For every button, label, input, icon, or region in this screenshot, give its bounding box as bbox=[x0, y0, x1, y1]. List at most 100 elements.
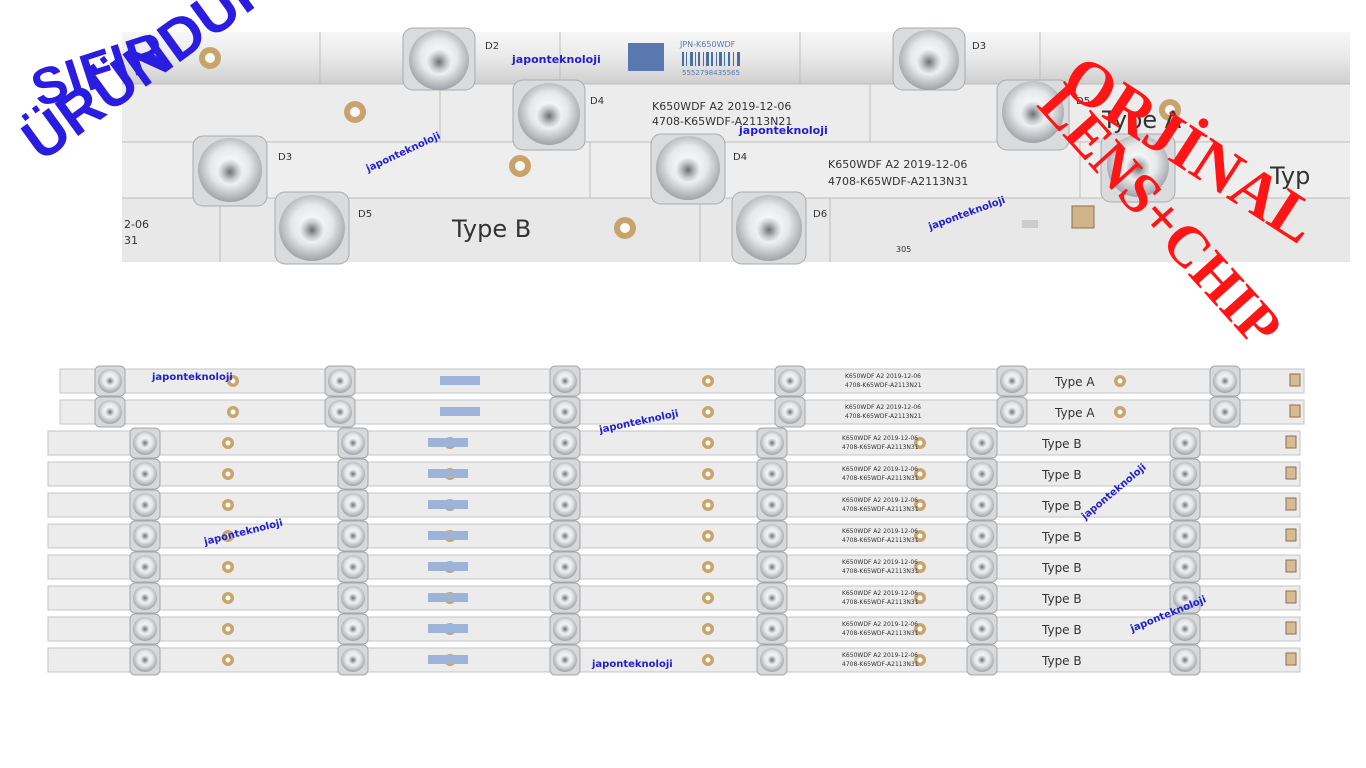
strip-mounting-hole bbox=[222, 437, 234, 449]
strip-lens bbox=[549, 489, 581, 521]
strip-lens bbox=[129, 427, 161, 459]
strip-type-label: Type B bbox=[1041, 499, 1082, 513]
closeup-lens bbox=[402, 27, 476, 91]
closeup-label: D4 bbox=[733, 152, 747, 163]
closeup-lens bbox=[892, 27, 966, 91]
strip-lens bbox=[1169, 613, 1201, 645]
strip-lens bbox=[1169, 644, 1201, 676]
strip-lens bbox=[324, 396, 356, 428]
strip-part: 4708-K65WDF-A2113N31 bbox=[842, 568, 919, 575]
closeup-strip-a-code: K650WDF A2 2019-12-06 bbox=[652, 100, 791, 113]
strip-lens bbox=[549, 427, 581, 459]
strip-connector bbox=[1285, 621, 1297, 635]
closeup-lens bbox=[192, 135, 268, 207]
strip-lens bbox=[966, 582, 998, 614]
strip-lens bbox=[996, 365, 1028, 397]
strip-code: K650WDF A2 2019-12-06 bbox=[845, 404, 921, 411]
closeup-mounting-hole bbox=[344, 101, 366, 123]
strip-board bbox=[47, 616, 1301, 642]
strip-lens bbox=[549, 396, 581, 428]
strip-part: 4708-K65WDF-A2113N21 bbox=[845, 413, 922, 420]
strip-type-label: Type B bbox=[1041, 654, 1082, 668]
closeup-label: D3 bbox=[972, 41, 986, 52]
strip-sticker bbox=[428, 624, 468, 633]
closeup-label: D6 bbox=[813, 209, 827, 220]
strip-code: K650WDF A2 2019-12-06 bbox=[842, 528, 918, 535]
strip-lens bbox=[966, 644, 998, 676]
strip-part: 4708-K65WDF-A2113N21 bbox=[845, 382, 922, 389]
led-strip: K650WDF A2 2019-12-06 4708-K65WDF-A2113N2… bbox=[59, 365, 1305, 397]
strip-connector bbox=[1285, 559, 1297, 573]
strip-lens bbox=[1209, 396, 1241, 428]
strip-lens bbox=[129, 458, 161, 490]
strip-mounting-hole bbox=[222, 499, 234, 511]
strip-connector bbox=[1285, 528, 1297, 542]
strip-mounting-hole bbox=[702, 499, 714, 511]
strip-lens bbox=[337, 582, 369, 614]
closeup-left-date: 2-06 bbox=[124, 218, 149, 231]
strip-mounting-hole bbox=[1114, 375, 1126, 387]
strip-lens bbox=[337, 551, 369, 583]
strip-lens bbox=[129, 520, 161, 552]
strip-sticker bbox=[428, 593, 468, 602]
strip-mounting-hole bbox=[222, 561, 234, 573]
led-strip: K650WDF A2 2019-12-06 4708-K65WDF-A2113N2… bbox=[59, 396, 1305, 428]
led-strip: K650WDF A2 2019-12-06 4708-K65WDF-A2113N3… bbox=[47, 613, 1301, 645]
strip-lens bbox=[549, 582, 581, 614]
closeup-lens bbox=[274, 191, 350, 265]
strip-lens bbox=[756, 613, 788, 645]
strip-type-label: Type B bbox=[1041, 592, 1082, 606]
strip-part: 4708-K65WDF-A2113N31 bbox=[842, 475, 919, 482]
led-strip: K650WDF A2 2019-12-06 4708-K65WDF-A2113N3… bbox=[47, 644, 1301, 676]
strip-lens bbox=[549, 551, 581, 583]
strip-mounting-hole bbox=[702, 623, 714, 635]
closeup-label: D5 bbox=[358, 209, 372, 220]
strip-lens bbox=[756, 582, 788, 614]
strip-lens bbox=[756, 551, 788, 583]
strip-part: 4708-K65WDF-A2113N31 bbox=[842, 661, 919, 668]
strip-lens bbox=[756, 458, 788, 490]
strip-mounting-hole bbox=[702, 375, 714, 387]
strip-lens bbox=[756, 644, 788, 676]
closeup-lens bbox=[731, 191, 807, 265]
strip-lens bbox=[1169, 551, 1201, 583]
strip-type-label: Type B bbox=[1041, 437, 1082, 451]
strip-type-label: Type B bbox=[1041, 530, 1082, 544]
strip-part: 4708-K65WDF-A2113N31 bbox=[842, 537, 919, 544]
led-strip: K650WDF A2 2019-12-06 4708-K65WDF-A2113N3… bbox=[47, 582, 1301, 614]
strip-mounting-hole bbox=[702, 530, 714, 542]
strip-sticker bbox=[440, 376, 480, 385]
strip-code: K650WDF A2 2019-12-06 bbox=[842, 621, 918, 628]
closeup-mounting-hole bbox=[509, 155, 531, 177]
closeup-label: D3 bbox=[278, 152, 292, 163]
strip-sticker bbox=[428, 562, 468, 571]
strip-connector bbox=[1285, 590, 1297, 604]
closeup-lens bbox=[650, 133, 726, 205]
strip-lens bbox=[966, 489, 998, 521]
strip-sticker bbox=[428, 531, 468, 540]
strip-lens bbox=[337, 427, 369, 459]
strip-type-label: Type A bbox=[1054, 375, 1095, 389]
strip-lens bbox=[549, 458, 581, 490]
led-strip: K650WDF A2 2019-12-06 4708-K65WDF-A2113N3… bbox=[47, 551, 1301, 583]
strip-mounting-hole bbox=[702, 437, 714, 449]
led-strip: K650WDF A2 2019-12-06 4708-K65WDF-A2113N3… bbox=[47, 427, 1301, 459]
strip-mounting-hole bbox=[702, 592, 714, 604]
strip-mounting-hole bbox=[702, 654, 714, 666]
strip-sticker bbox=[428, 655, 468, 664]
closeup-connector-pad bbox=[1022, 220, 1038, 228]
strip-connector bbox=[1285, 466, 1297, 480]
strip-part: 4708-K65WDF-A2113N31 bbox=[842, 506, 919, 513]
closeup-strip-b-part: 4708-K65WDF-A2113N31 bbox=[828, 175, 968, 188]
strip-code: K650WDF A2 2019-12-06 bbox=[842, 559, 918, 566]
strip-lens bbox=[337, 458, 369, 490]
strip-code: K650WDF A2 2019-12-06 bbox=[842, 590, 918, 597]
led-strip-stack: K650WDF A2 2019-12-06 4708-K65WDF-A2113N2… bbox=[47, 365, 1305, 676]
strip-sticker bbox=[428, 438, 468, 447]
closeup-lens bbox=[512, 79, 586, 151]
strip-code: K650WDF A2 2019-12-06 bbox=[845, 373, 921, 380]
strip-connector bbox=[1285, 652, 1297, 666]
strip-mounting-hole bbox=[222, 468, 234, 480]
strip-lens bbox=[549, 613, 581, 645]
strip-type-label: Type B bbox=[1041, 623, 1082, 637]
